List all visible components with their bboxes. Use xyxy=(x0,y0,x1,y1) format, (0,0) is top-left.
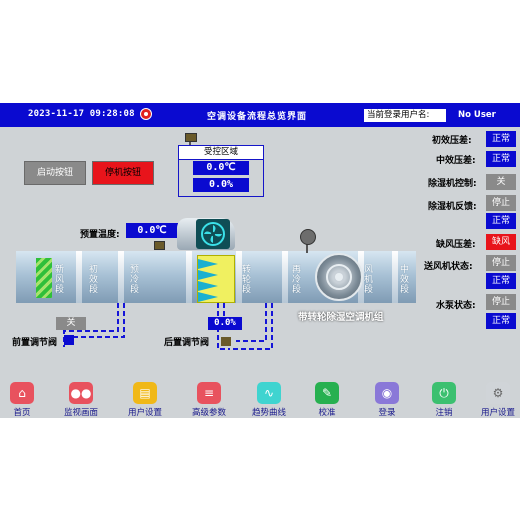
nav-trend[interactable]: ∿ 趋势曲线 xyxy=(241,379,297,418)
area-sensor-icon xyxy=(185,133,197,142)
front-valve-value[interactable]: 关 xyxy=(56,317,86,330)
duct-sensor-icon xyxy=(154,241,165,250)
nav-home[interactable]: ⌂ 首页 xyxy=(0,379,50,418)
rotor-coil xyxy=(197,255,235,303)
medium-pressure-label: 中效压差: xyxy=(436,156,476,166)
medium-pressure-value: 正常 xyxy=(486,151,516,167)
user-gear-icon: ⚙ xyxy=(486,382,510,404)
nav-calibrate[interactable]: ✎ 校准 xyxy=(299,379,355,418)
calibrate-icon: ✎ xyxy=(315,382,339,404)
nav-advanced-params[interactable]: ≡ 高级参数 xyxy=(181,379,237,418)
duct-separator xyxy=(186,251,192,303)
duct-separator xyxy=(282,251,288,303)
nav-user-gear[interactable]: ⚙ 用户设置 xyxy=(470,379,520,418)
primary-pressure-value: 正常 xyxy=(486,131,516,147)
water-pump-value: 停止 xyxy=(486,294,516,310)
supply-fan-status: 正常 xyxy=(486,273,516,289)
preheat-temp-label: 预置温度: xyxy=(80,230,120,240)
return-fan-icon xyxy=(315,253,363,301)
section-precool: 预冷段 xyxy=(130,265,140,295)
rear-valve-icon xyxy=(221,337,231,346)
recool-sensor-icon xyxy=(300,229,316,245)
user-settings-icon: ▤ xyxy=(133,382,157,404)
trend-icon: ∿ xyxy=(257,382,281,404)
area-humidity: 0.0% xyxy=(193,178,249,192)
parameters-icon: ≡ xyxy=(197,382,221,404)
fresh-air-filter xyxy=(36,258,52,298)
dehumidifier-feedback-value: 停止 xyxy=(486,195,516,211)
dehumidifier-feedback-label: 除湿机反馈: xyxy=(428,202,477,212)
rear-valve-value[interactable]: 0.0% xyxy=(208,317,242,330)
dehumidifier-control-value[interactable]: 关 xyxy=(486,174,516,190)
dehumidifier-feedback-status: 正常 xyxy=(486,213,516,229)
hmi-screen: 2023-11-17 09:28:08 空调设备流程总览界面 当前登录用户名: … xyxy=(0,103,520,418)
wind-pressure-label: 缺风压差: xyxy=(436,240,476,250)
user-label: 当前登录用户名: xyxy=(364,109,446,122)
datetime: 2023-11-17 09:28:08 xyxy=(28,109,135,119)
water-pump-status: 正常 xyxy=(486,313,516,329)
user-name: No User xyxy=(458,110,496,120)
bottom-nav: ⌂ 首页 ●● 监视画面 ▤ 用户设置 ≡ 高级参数 ∿ 趋势曲线 ✎ 校准 ◉… xyxy=(0,379,520,418)
area-temperature: 0.0℃ xyxy=(193,161,249,175)
front-valve-label: 前置调节阀 xyxy=(12,338,58,348)
nav-monitor[interactable]: ●● 监视画面 xyxy=(53,379,109,418)
page-title: 空调设备流程总览界面 xyxy=(207,112,308,122)
duct-separator xyxy=(392,251,398,303)
controlled-area-panel: 受控区域 0.0℃ 0.0% xyxy=(178,145,264,197)
supply-fan-value: 停止 xyxy=(486,255,516,271)
controlled-area-title: 受控区域 xyxy=(179,146,263,160)
preheat-temp-value[interactable]: 0.0℃ xyxy=(126,223,178,238)
start-button[interactable]: 启动按钮 xyxy=(24,161,86,185)
duct-separator xyxy=(76,251,82,303)
nav-login[interactable]: ◉ 登录 xyxy=(359,379,415,418)
dehumidifier-control-label: 除湿机控制: xyxy=(428,179,477,189)
wind-pressure-value: 缺风 xyxy=(486,234,516,250)
title-bar: 2023-11-17 09:28:08 空调设备流程总览界面 当前登录用户名: … xyxy=(0,103,520,127)
section-rotor: 转轮段 xyxy=(242,265,252,295)
section-primary-filter: 初效段 xyxy=(89,265,99,295)
front-valve-icon xyxy=(64,335,74,345)
section-medium-filter: 中效段 xyxy=(400,265,410,295)
primary-pressure-label: 初效压差: xyxy=(432,136,472,146)
unit-title: 带转轮除湿空调机组 xyxy=(298,312,384,323)
duct-separator xyxy=(118,251,124,303)
home-icon: ⌂ xyxy=(10,382,34,404)
stop-button[interactable]: 停机按钮 xyxy=(92,161,154,185)
section-fan: 风机段 xyxy=(364,265,374,295)
location-pin-icon xyxy=(140,108,152,120)
logout-icon: ⏻ xyxy=(432,382,456,404)
rear-valve-label: 后置调节阀 xyxy=(164,338,210,348)
login-icon: ◉ xyxy=(375,382,399,404)
nav-user-settings[interactable]: ▤ 用户设置 xyxy=(117,379,173,418)
monitor-icon: ●● xyxy=(69,382,93,404)
supply-fan-label: 送风机状态: xyxy=(424,262,473,272)
section-fresh-air: 新风段 xyxy=(55,265,65,295)
water-pump-label: 水泵状态: xyxy=(436,301,476,311)
fan-icon xyxy=(196,219,230,249)
section-recool: 再冷段 xyxy=(292,265,302,295)
